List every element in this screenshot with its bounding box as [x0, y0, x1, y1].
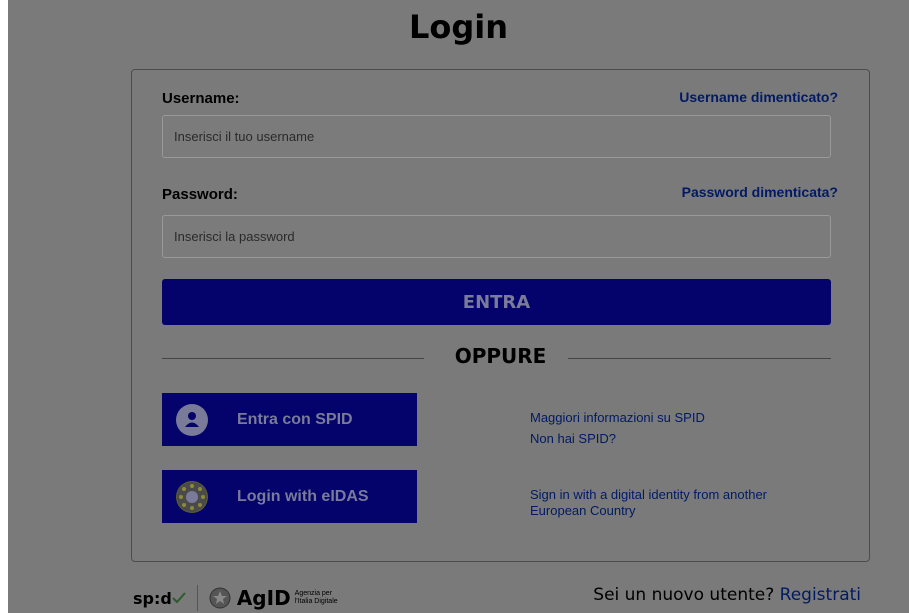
- username-label: Username:: [162, 90, 240, 107]
- register-link[interactable]: Registrati: [780, 585, 861, 605]
- spid-logo-text: sp:d: [133, 588, 172, 608]
- username-input[interactable]: [162, 115, 831, 158]
- login-card: Username: Username dimenticato? Password…: [131, 69, 870, 562]
- eu-stars-icon: [176, 480, 208, 513]
- spid-button-label: Entra con SPID: [237, 410, 353, 428]
- checkmark-icon: [172, 592, 186, 604]
- forgot-password-link[interactable]: Password dimenticata?: [682, 184, 838, 200]
- emblem-icon: [209, 587, 231, 609]
- page-title: Login: [408, 8, 509, 46]
- eidas-login-button[interactable]: Login with eIDAS: [162, 470, 417, 523]
- eidas-button-label: Login with eIDAS: [237, 487, 369, 505]
- login-page: Login Username: Username dimenticato? Pa…: [8, 0, 909, 613]
- logo-divider: [196, 585, 198, 611]
- spid-logo: sp:d: [133, 589, 186, 608]
- agid-logo-text: AgID: [236, 586, 291, 610]
- agid-logo: AgID Agenzia per l'Italia Digitale: [209, 586, 338, 610]
- spid-login-button[interactable]: Entra con SPID: [162, 393, 417, 446]
- eidas-info-line2: European Country: [530, 503, 636, 518]
- new-user-text: Sei un nuovo utente?: [593, 585, 775, 605]
- agid-sub-line2: l'Italia Digitale: [294, 598, 338, 605]
- agid-sub-line1: Agenzia per: [294, 590, 333, 597]
- forgot-username-link[interactable]: Username dimenticato?: [679, 89, 838, 105]
- password-label: Password:: [162, 186, 238, 203]
- footer-logos: sp:d AgID Agenzia per l'Italia Digitale: [133, 584, 338, 612]
- eidas-info-line1: Sign in with a digital identity from ano…: [530, 487, 768, 502]
- agid-subtitle: Agenzia per l'Italia Digitale: [295, 590, 338, 606]
- separator-label: OPPURE: [454, 344, 547, 368]
- eidas-info-link[interactable]: Sign in with a digital identity from ano…: [530, 487, 767, 519]
- page-left-edge: [0, 0, 8, 613]
- register-prompt: Sei un nuovo utente? Registrati: [593, 585, 861, 605]
- password-input[interactable]: [162, 215, 831, 258]
- spid-info-link[interactable]: Maggiori informazioni su SPID: [530, 410, 705, 426]
- entra-button[interactable]: ENTRA: [162, 279, 831, 325]
- spid-missing-link[interactable]: Non hai SPID?: [530, 431, 616, 447]
- user-icon: [176, 403, 208, 436]
